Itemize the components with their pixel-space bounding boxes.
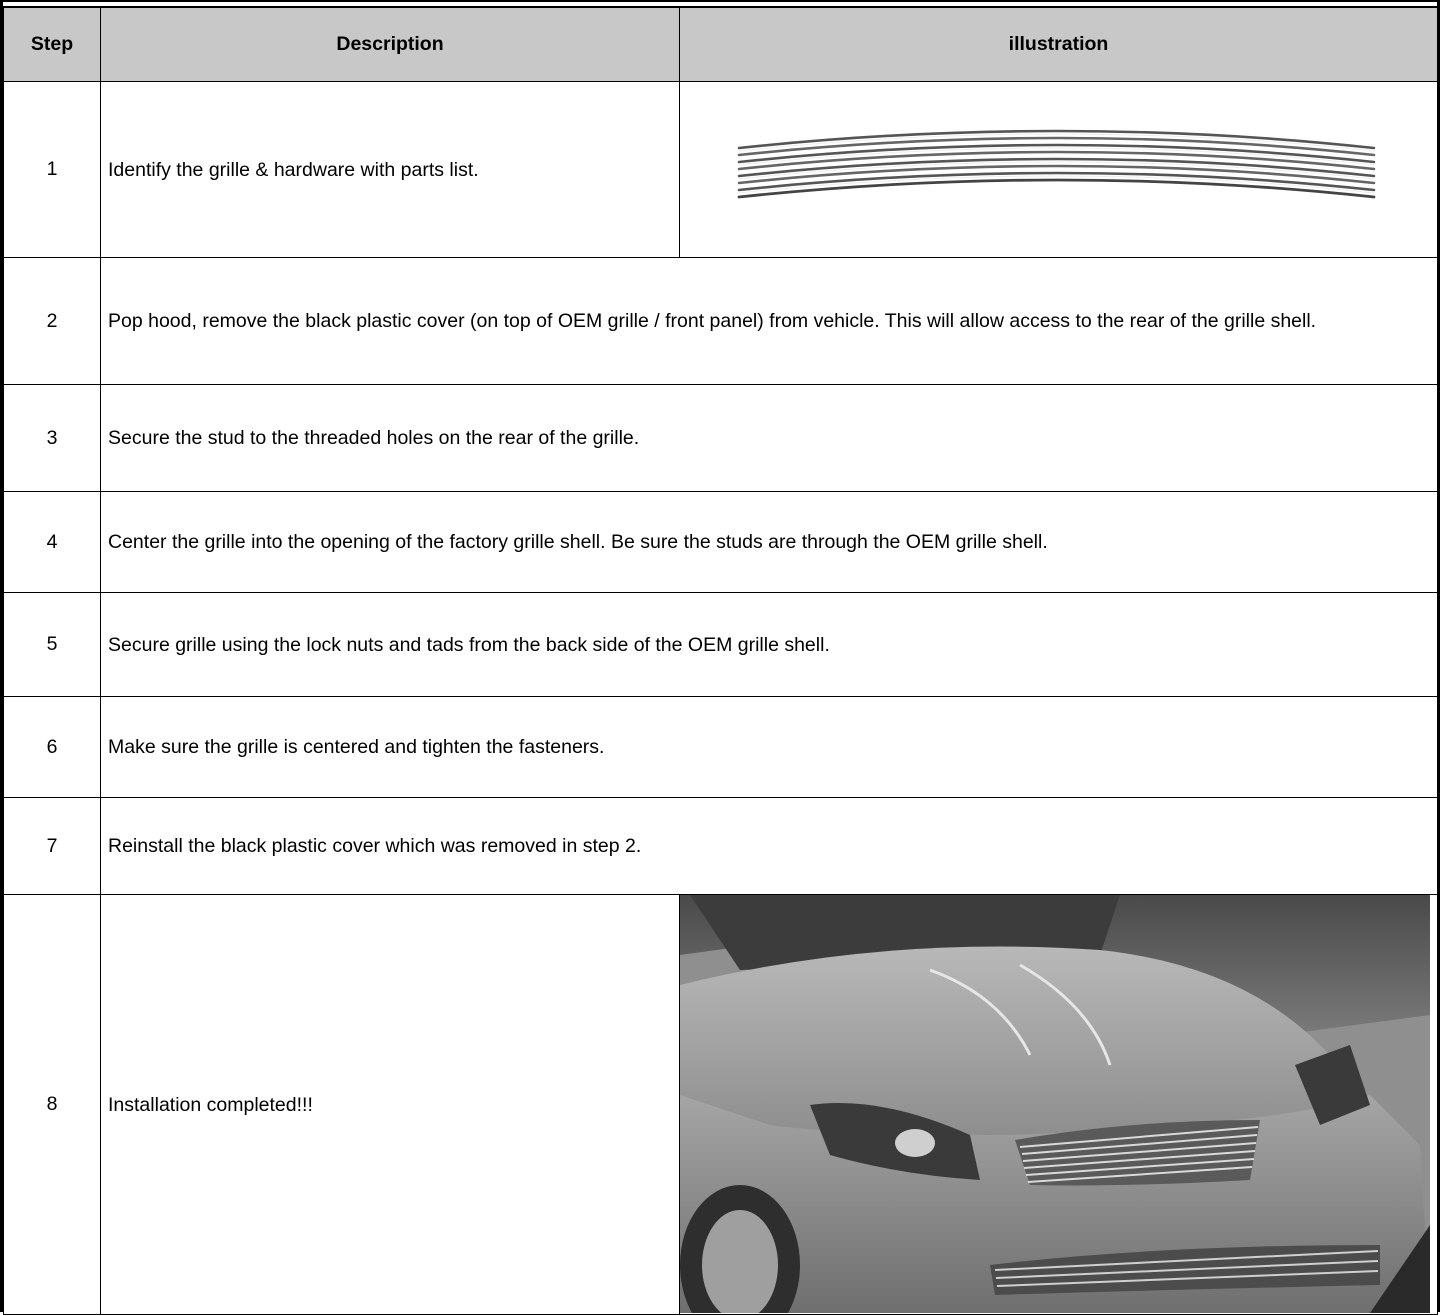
step-number: 6 [3,696,101,798]
header-row: Step Description illustration [3,6,1438,82]
header-step: Step [3,6,101,82]
step-description: Make sure the grille is centered and tig… [100,696,1438,798]
step-number: 4 [3,491,101,593]
step-description: Reinstall the black plastic cover which … [100,797,1438,895]
step-description: Secure the stud to the threaded holes on… [100,384,1438,492]
header-illustration: illustration [679,6,1438,82]
table-row: 7 Reinstall the black plastic cover whic… [3,797,1438,895]
illustration-cell [679,894,1438,1315]
car-image [680,895,1430,1313]
table-row: 3 Secure the stud to the threaded holes … [3,384,1438,492]
step-number: 2 [3,257,101,385]
table-row: 5 Secure grille using the lock nuts and … [3,592,1438,697]
step-number: 7 [3,797,101,895]
table-row: 1 Identify the grille & hardware with pa… [3,81,1438,258]
table-row: 8 Installation completed!!! [3,894,1438,1315]
step-description: Center the grille into the opening of th… [100,491,1438,593]
step-number: 3 [3,384,101,492]
table-row: 4 Center the grille into the opening of … [3,491,1438,593]
top-rule [0,0,1440,2]
table-row: 2 Pop hood, remove the black plastic cov… [3,257,1438,385]
grille-image [680,83,1437,256]
step-number: 5 [3,592,101,697]
table-row: 6 Make sure the grille is centered and t… [3,696,1438,798]
installed-car-illustration [680,895,1430,1313]
installation-steps-table: Step Description illustration 1 Identify… [3,6,1438,1315]
step-description: Identify the grille & hardware with part… [100,81,680,258]
step-number: 8 [3,894,101,1315]
step-description: Installation completed!!! [100,894,680,1315]
header-description: Description [100,6,680,82]
grille-illustration [737,129,1375,198]
instruction-sheet: Step Description illustration 1 Identify… [0,0,1440,1315]
step-number: 1 [3,81,101,258]
step-description: Secure grille using the lock nuts and ta… [100,592,1438,697]
step-description: Pop hood, remove the black plastic cover… [100,257,1438,385]
illustration-cell [679,81,1438,258]
